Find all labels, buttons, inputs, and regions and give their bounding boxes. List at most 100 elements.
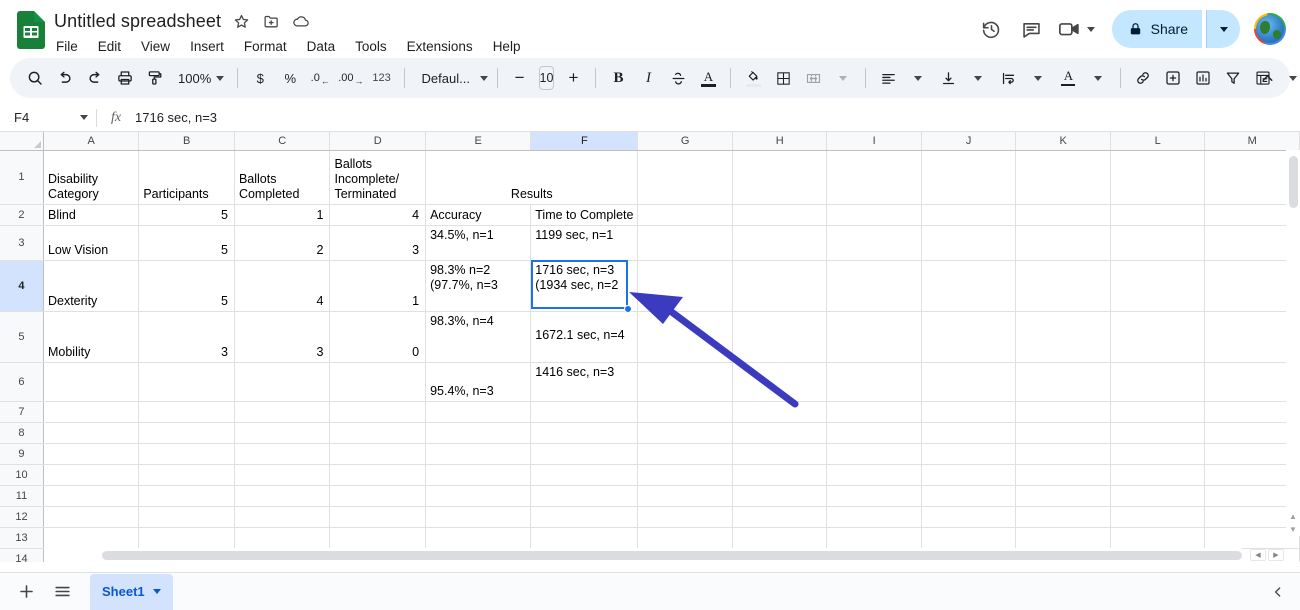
cell-g3[interactable] <box>638 225 733 260</box>
cell-a10[interactable] <box>43 464 138 485</box>
row-header-6[interactable]: 6 <box>0 362 43 401</box>
cell-c6[interactable] <box>234 362 330 401</box>
strikethrough-icon[interactable] <box>663 63 693 93</box>
cell-d13[interactable] <box>330 527 426 548</box>
cell-g1[interactable] <box>638 150 733 204</box>
column-header-b[interactable]: B <box>139 132 235 150</box>
column-header-c[interactable]: C <box>234 132 330 150</box>
vertical-align-dropdown[interactable] <box>963 63 993 93</box>
text-wrapping-icon[interactable] <box>993 63 1023 93</box>
cell-j1[interactable] <box>921 150 1015 204</box>
cell-b2[interactable]: 5 <box>139 204 235 225</box>
cell-f13[interactable] <box>531 527 638 548</box>
row-header-12[interactable]: 12 <box>0 506 43 527</box>
cell-k9[interactable] <box>1016 443 1110 464</box>
cell-i1[interactable] <box>827 150 921 204</box>
cell-a4[interactable]: Dexterity <box>43 260 138 311</box>
cell-j2[interactable] <box>921 204 1015 225</box>
cell-d7[interactable] <box>330 401 426 422</box>
chevron-down-icon[interactable] <box>153 589 161 594</box>
star-icon[interactable] <box>231 11 251 31</box>
cell-i11[interactable] <box>827 485 921 506</box>
cell-c2[interactable]: 1 <box>234 204 330 225</box>
cell-l1[interactable] <box>1110 150 1204 204</box>
cell-b10[interactable] <box>139 464 235 485</box>
cell-k1[interactable] <box>1016 150 1110 204</box>
cell-k10[interactable] <box>1016 464 1110 485</box>
cell-g5[interactable] <box>638 311 733 362</box>
cell-b7[interactable] <box>139 401 235 422</box>
zoom-level-selector[interactable]: 100% <box>170 63 230 93</box>
cell-d8[interactable] <box>330 422 426 443</box>
cell-g10[interactable] <box>638 464 733 485</box>
share-button[interactable]: Share <box>1112 10 1202 48</box>
cell-j10[interactable] <box>921 464 1015 485</box>
cell-j9[interactable] <box>921 443 1015 464</box>
create-filter-icon[interactable] <box>1218 63 1248 93</box>
cell-k4[interactable] <box>1016 260 1110 311</box>
fill-color-icon[interactable] <box>738 63 768 93</box>
cell-k6[interactable] <box>1016 362 1110 401</box>
font-family-selector[interactable]: Defaul... <box>412 63 490 93</box>
cell-e10[interactable] <box>426 464 531 485</box>
more-formats-button[interactable]: 123 <box>367 63 397 93</box>
italic-button[interactable]: I <box>633 63 663 93</box>
cell-e9[interactable] <box>426 443 531 464</box>
cell-a8[interactable] <box>43 422 138 443</box>
menu-view[interactable]: View <box>139 38 172 55</box>
increase-font-size-button[interactable]: + <box>558 63 588 93</box>
cell-h12[interactable] <box>732 506 827 527</box>
print-icon[interactable] <box>110 63 140 93</box>
cell-h2[interactable] <box>732 204 827 225</box>
cell-g13[interactable] <box>638 527 733 548</box>
cell-e13[interactable] <box>426 527 531 548</box>
menu-data[interactable]: Data <box>305 38 338 55</box>
cell-j11[interactable] <box>921 485 1015 506</box>
horizontal-align-icon[interactable] <box>873 63 903 93</box>
cell-a12[interactable] <box>43 506 138 527</box>
cell-c3[interactable]: 2 <box>234 225 330 260</box>
cell-f6[interactable]: 1416 sec, n=3 <box>531 362 638 401</box>
cell-g6[interactable] <box>638 362 733 401</box>
decrease-decimal-button[interactable]: .0 ← <box>305 63 335 93</box>
move-to-folder-icon[interactable] <box>261 11 281 31</box>
cell-d6[interactable] <box>330 362 426 401</box>
cell-a9[interactable] <box>43 443 138 464</box>
cell-l5[interactable] <box>1110 311 1204 362</box>
cell-e8[interactable] <box>426 422 531 443</box>
cell-i10[interactable] <box>827 464 921 485</box>
cell-f7[interactable] <box>531 401 638 422</box>
cell-f12[interactable] <box>531 506 638 527</box>
cell-e4[interactable]: 98.3% n=2 (97.7%, n=3 <box>426 260 531 311</box>
cell-f10[interactable] <box>531 464 638 485</box>
scroll-left-button[interactable]: ◀ <box>1250 549 1266 561</box>
cell-g8[interactable] <box>638 422 733 443</box>
cell-l4[interactable] <box>1110 260 1204 311</box>
cell-c12[interactable] <box>234 506 330 527</box>
select-all-corner[interactable] <box>0 132 43 150</box>
cell-k3[interactable] <box>1016 225 1110 260</box>
sheets-logo-icon[interactable] <box>14 8 48 52</box>
cell-b1[interactable]: Participants <box>139 150 235 204</box>
cell-j13[interactable] <box>921 527 1015 548</box>
cell-c8[interactable] <box>234 422 330 443</box>
column-header-d[interactable]: D <box>330 132 426 150</box>
cell-h7[interactable] <box>732 401 827 422</box>
column-header-k[interactable]: K <box>1016 132 1110 150</box>
cell-h13[interactable] <box>732 527 827 548</box>
column-header-l[interactable]: L <box>1110 132 1204 150</box>
column-header-e[interactable]: E <box>426 132 531 150</box>
cell-b3[interactable]: 5 <box>139 225 235 260</box>
vertical-scrollbar-thumb[interactable] <box>1289 156 1298 208</box>
menu-tools[interactable]: Tools <box>353 38 389 55</box>
cell-l8[interactable] <box>1110 422 1204 443</box>
cell-c9[interactable] <box>234 443 330 464</box>
horizontal-scrollbar[interactable] <box>44 548 1242 562</box>
cell-b11[interactable] <box>139 485 235 506</box>
cell-i13[interactable] <box>827 527 921 548</box>
cloud-saved-icon[interactable] <box>291 11 311 31</box>
menu-help[interactable]: Help <box>491 38 523 55</box>
column-header-i[interactable]: I <box>827 132 921 150</box>
cell-l3[interactable] <box>1110 225 1204 260</box>
cell-l7[interactable] <box>1110 401 1204 422</box>
